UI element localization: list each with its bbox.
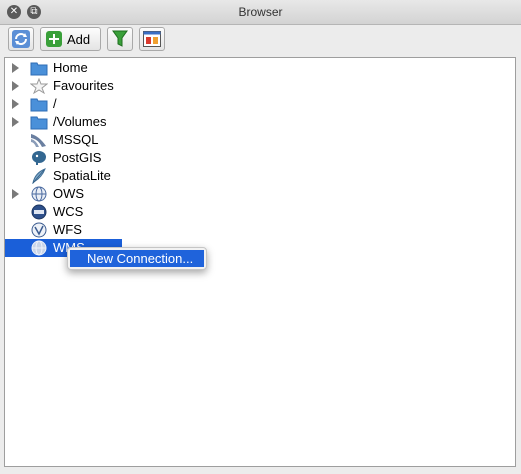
folder-icon (30, 62, 48, 76)
tree-item-label: Favourites (53, 78, 114, 93)
refresh-button[interactable] (8, 27, 34, 51)
tree-item-volumes[interactable]: /Volumes (5, 113, 515, 131)
folder-icon (30, 98, 48, 112)
spatialite-feather-icon (32, 168, 46, 184)
title-bar: ✕ ⧉ Browser (0, 0, 521, 25)
globe-icon (31, 186, 47, 202)
window-title: Browser (238, 5, 283, 19)
expand-arrow-icon[interactable] (12, 99, 19, 109)
star-icon (30, 78, 48, 94)
tree-item-home[interactable]: Home (5, 59, 515, 77)
context-menu: New Connection... (67, 247, 207, 270)
tree-item-ows[interactable]: OWS (5, 185, 515, 203)
expand-arrow-icon[interactable] (12, 117, 19, 127)
properties-icon (143, 31, 161, 47)
plus-icon (46, 31, 62, 47)
tree-item-postgis[interactable]: PostGIS (5, 149, 515, 167)
tree-item-wfs[interactable]: WFS (5, 221, 515, 239)
tree-item-label: WCS (53, 204, 84, 219)
wms-globe-icon (31, 240, 47, 256)
tree-item-label: Home (53, 60, 88, 75)
wcs-globe-icon (31, 204, 47, 220)
tree-item-label: SpatiaLite (53, 168, 111, 183)
tree-item-label: PostGIS (53, 150, 102, 165)
tree-item-label: /Volumes (53, 114, 107, 129)
tree-item-label: MSSQL (53, 132, 99, 147)
tree-item-favourites[interactable]: Favourites (5, 77, 515, 95)
filter-button[interactable] (107, 27, 133, 51)
filter-icon (112, 30, 128, 47)
expand-arrow-icon[interactable] (12, 63, 19, 73)
folder-icon (30, 116, 48, 130)
properties-button[interactable] (139, 27, 165, 51)
mssql-icon (31, 134, 46, 147)
tree-item-mssql[interactable]: MSSQL (5, 131, 515, 149)
tree-item-spatialite[interactable]: SpatiaLite (5, 167, 515, 185)
wfs-globe-icon (31, 222, 47, 238)
tree-item-root[interactable]: / (5, 95, 515, 113)
refresh-icon (12, 30, 30, 48)
add-button[interactable]: Add (40, 27, 101, 51)
status-bar (0, 467, 521, 474)
expand-arrow-icon[interactable] (12, 81, 19, 91)
add-button-label: Add (67, 31, 91, 47)
toolbar: Add (0, 25, 521, 55)
tree-item-label: WFS (53, 222, 82, 237)
postgis-elephant-icon (32, 151, 46, 165)
tree-item-label: / (53, 96, 57, 111)
tree-item-wcs[interactable]: WCS (5, 203, 515, 221)
menu-item-new-connection[interactable]: New Connection... (70, 250, 204, 267)
tree-item-label: OWS (53, 186, 85, 201)
expand-arrow-icon[interactable] (12, 189, 19, 199)
